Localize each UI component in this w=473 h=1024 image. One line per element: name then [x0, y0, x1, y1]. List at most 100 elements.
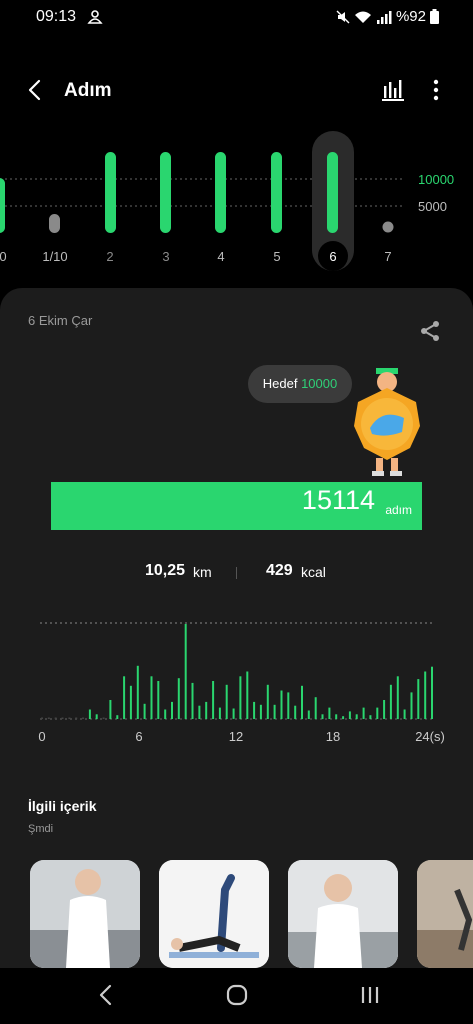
hourly-bar [389, 684, 392, 719]
related-thumb[interactable] [288, 860, 398, 968]
hourly-bar [348, 711, 351, 719]
x-tick-6: 6 [135, 729, 142, 744]
day-bar-5[interactable] [271, 152, 282, 233]
battery-icon [430, 9, 439, 24]
hourly-bar [280, 690, 283, 719]
day-bar-6[interactable] [327, 152, 338, 233]
hourly-bar [184, 624, 187, 719]
day-bar-1-10[interactable] [49, 214, 60, 233]
back-arrow-icon[interactable] [24, 78, 48, 102]
hourly-steps-chart: 0 6 12 18 24(s) [0, 608, 473, 748]
x-tick-18: 18 [326, 729, 340, 744]
more-options-icon[interactable] [424, 78, 448, 102]
ref-label-high: 10000 [418, 172, 454, 187]
selected-date: 6 Ekim Çar [28, 313, 93, 328]
stats-divider [236, 567, 237, 579]
hourly-bar [287, 692, 290, 719]
steps-progress-bar: 15114 adım [51, 482, 422, 530]
steps-unit: adım [385, 503, 412, 517]
hourly-bar [301, 685, 303, 720]
hourly-bar [232, 708, 235, 719]
hourly-bar [369, 715, 372, 719]
hourly-bar [376, 707, 379, 719]
mascot-illustration [354, 368, 420, 476]
system-nav-bar [0, 968, 473, 1024]
goal-label: Hedef [262, 376, 298, 391]
share-icon[interactable] [418, 319, 442, 343]
hourly-bar [253, 701, 256, 719]
hourly-bar [424, 671, 427, 719]
calories-value: 429 [266, 562, 293, 579]
dnd-icon [87, 10, 103, 24]
hourly-bar [54, 717, 57, 719]
day-label-2: 2 [106, 249, 113, 264]
hourly-bar [205, 701, 208, 719]
hourly-bar [410, 692, 413, 719]
distance-unit: km [193, 564, 212, 580]
day-bar-4[interactable] [215, 152, 226, 233]
day-label-4: 4 [217, 249, 224, 264]
hourly-bar [95, 714, 98, 720]
hourly-bar [239, 676, 242, 720]
hourly-bar [171, 701, 173, 719]
hourly-bar [362, 707, 365, 719]
hourly-bar [225, 684, 228, 719]
hourly-bar [47, 717, 50, 719]
hourly-bar [417, 679, 420, 719]
hourly-bar [191, 682, 194, 719]
day-dot-7[interactable] [382, 221, 394, 233]
hourly-bar [396, 676, 399, 720]
hourly-bar [150, 676, 153, 720]
hourly-bar [109, 700, 112, 719]
hourly-bar [294, 705, 297, 719]
hourly-bar [102, 717, 105, 719]
bar-chart-icon[interactable] [380, 78, 406, 102]
hourly-bar [75, 717, 78, 719]
hourly-bar [307, 710, 310, 719]
calories-unit: kcal [301, 564, 326, 580]
day-detail-card: 6 Ekim Çar Hedef 10000 15114 adım 10,25 … [0, 288, 473, 968]
hourly-bar [218, 707, 221, 719]
nav-recents-icon[interactable] [357, 982, 383, 1008]
hourly-bar [129, 685, 132, 720]
related-thumb[interactable] [159, 860, 269, 968]
day-label-1-10: 1/10 [42, 249, 67, 264]
hourly-chart-svg: 0 6 12 18 24(s) [38, 622, 445, 744]
hourly-bar [61, 717, 64, 719]
hourly-bar [342, 716, 345, 720]
related-thumb[interactable] [30, 860, 140, 968]
workout-image [417, 860, 473, 968]
hourly-bar [143, 703, 146, 719]
related-thumb[interactable] [417, 860, 473, 968]
hourly-bar [198, 705, 201, 719]
day-bar-3[interactable] [160, 152, 171, 233]
nav-back-icon[interactable] [93, 982, 119, 1008]
signal-icon [376, 10, 392, 24]
page-title: Adım [64, 80, 112, 101]
related-content-carousel[interactable] [30, 860, 473, 968]
hourly-bar [177, 678, 180, 720]
hourly-bar [123, 676, 126, 720]
stats-row: 10,25 km 429 kcal [0, 562, 473, 586]
hourly-bar [136, 665, 139, 719]
hourly-bar [259, 704, 262, 720]
steps-count: 15114 [301, 485, 375, 515]
day-bar-0[interactable] [0, 178, 5, 233]
battery-percent: %92 [395, 8, 426, 25]
hourly-bar [246, 671, 249, 719]
hourly-bar [157, 681, 160, 719]
hourly-bar [41, 717, 43, 719]
weekly-steps-chart[interactable]: 0 1/10 2 3 4 5 6 7 10000 5000 [0, 128, 473, 278]
hourly-bar [164, 709, 167, 719]
hourly-bar [68, 717, 71, 719]
weekly-chart-svg: 0 1/10 2 3 4 5 6 7 10000 5000 [0, 131, 454, 271]
hourly-bar [82, 717, 85, 719]
nav-home-icon[interactable] [224, 982, 250, 1008]
day-label-3: 3 [162, 249, 169, 264]
day-bar-2[interactable] [105, 152, 116, 233]
hourly-bar [273, 704, 276, 720]
status-time: 09:13 [36, 8, 77, 25]
x-tick-0: 0 [38, 729, 45, 744]
hourly-bar [403, 709, 406, 719]
workout-image [159, 860, 269, 968]
